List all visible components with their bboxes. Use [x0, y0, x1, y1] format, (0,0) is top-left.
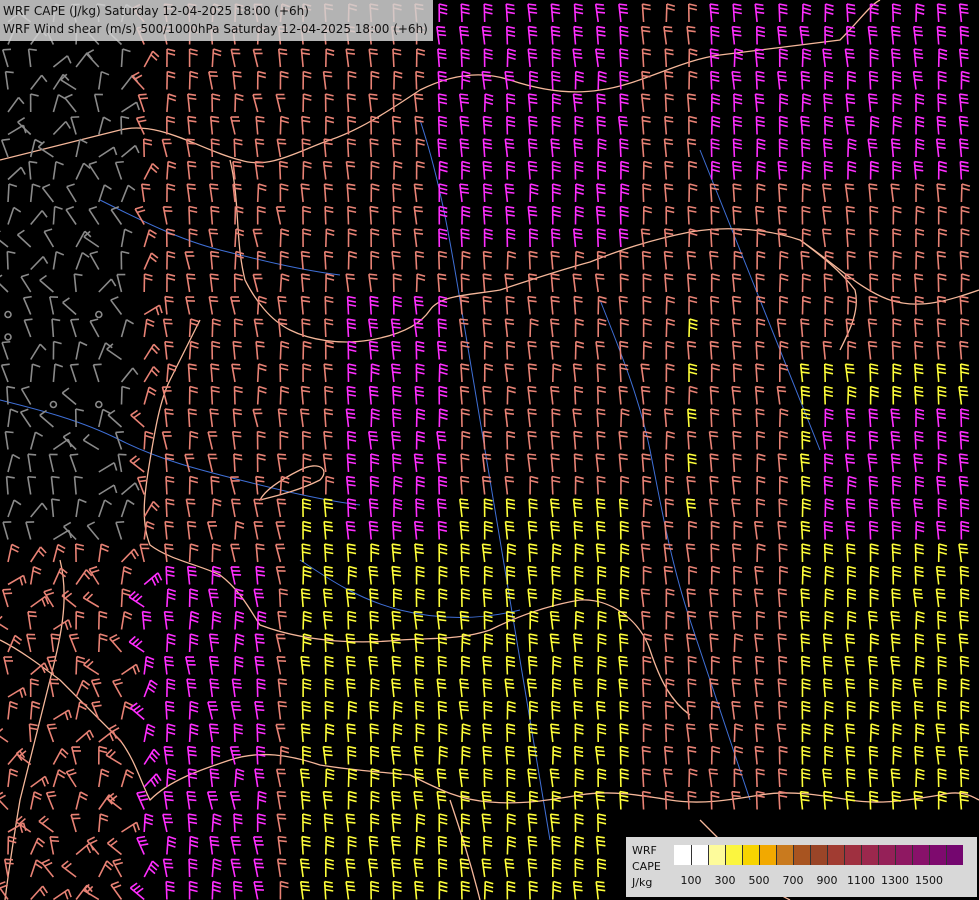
- legend-swatch: [895, 845, 912, 865]
- map-title: WRF CAPE (J/kg) Saturday 12-04-2025 18:0…: [0, 0, 433, 41]
- legend-tick-label: 100: [680, 874, 702, 887]
- legend-tick-label: 300: [714, 874, 736, 887]
- map-background: [0, 0, 979, 900]
- legend-tick-label: 700: [782, 874, 804, 887]
- legend-swatch: [776, 845, 793, 865]
- legend-swatch: [929, 845, 946, 865]
- wind-shear-map: [0, 0, 979, 900]
- legend-swatch: [912, 845, 929, 865]
- legend-field: CAPE: [632, 860, 661, 873]
- legend-swatch: [827, 845, 844, 865]
- legend-ticks: 100 300 500 700 900 1100 1300 1500: [674, 874, 974, 888]
- legend-model: WRF: [632, 844, 657, 857]
- legend-tick-label: 1100: [847, 874, 875, 887]
- legend-swatch: [878, 845, 895, 865]
- cape-legend: WRF CAPE J/kg 100 300 500 700 900 1100 1300 150…: [626, 837, 977, 897]
- legend-swatch: [691, 845, 708, 865]
- legend-color-scale: [674, 845, 963, 865]
- legend-swatch: [742, 845, 759, 865]
- legend-swatch: [946, 845, 963, 865]
- legend-swatch: [844, 845, 861, 865]
- legend-tick-label: 900: [816, 874, 838, 887]
- cape-title: WRF CAPE (J/kg) Saturday 12-04-2025 18:0…: [3, 4, 309, 18]
- wind-shear-title: WRF Wind shear (m/s) 500/1000hPa Saturda…: [3, 22, 428, 36]
- legend-tick-label: 1500: [915, 874, 943, 887]
- legend-swatch: [759, 845, 776, 865]
- legend-swatch: [861, 845, 878, 865]
- legend-swatch: [810, 845, 827, 865]
- legend-swatch: [793, 845, 810, 865]
- legend-unit: J/kg: [632, 876, 653, 889]
- legend-tick-label: 1300: [881, 874, 909, 887]
- legend-swatch: [725, 845, 742, 865]
- legend-tick-label: 500: [748, 874, 770, 887]
- legend-swatch: [674, 845, 691, 865]
- legend-swatch: [708, 845, 725, 865]
